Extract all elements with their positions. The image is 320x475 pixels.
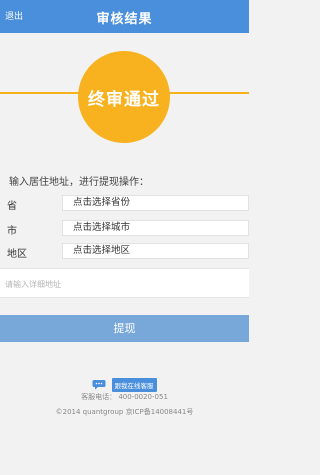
online-support-button[interactable]: 跟我在线客服: [111, 377, 157, 392]
status-area: 终审通过: [0, 33, 249, 153]
support-row: 跟我在线客服: [0, 374, 249, 392]
address-instruction: 输入居住地址，进行提现操作：: [9, 177, 149, 188]
district-label: 地区: [7, 249, 27, 260]
district-row: 地区 点击选择地区: [0, 243, 249, 261]
province-label: 省: [7, 201, 17, 212]
city-row: 市 点击选择城市: [0, 220, 249, 238]
withdraw-button[interactable]: 提现: [0, 315, 249, 342]
phone-label: 客服电话：: [81, 393, 117, 401]
support-phone: 客服电话： 400-0020-051: [0, 392, 249, 402]
detail-address-input[interactable]: [0, 269, 256, 299]
city-label: 市: [7, 226, 17, 237]
detail-address-container: [0, 268, 256, 299]
district-select[interactable]: 点击选择地区: [62, 243, 249, 259]
status-badge: 终审通过: [78, 51, 170, 143]
header-bar: 退出 审核结果: [0, 0, 249, 33]
city-select[interactable]: 点击选择城市: [62, 220, 249, 236]
phone-number[interactable]: 400-0020-051: [118, 393, 168, 401]
province-row: 省 点击选择省份: [0, 195, 249, 213]
province-select[interactable]: 点击选择省份: [62, 195, 249, 211]
page-title: 审核结果: [96, 12, 153, 27]
status-text: 终审通过: [88, 89, 160, 110]
copyright-text: ©2014 quantgroup 京ICP备14008441号: [55, 408, 194, 416]
